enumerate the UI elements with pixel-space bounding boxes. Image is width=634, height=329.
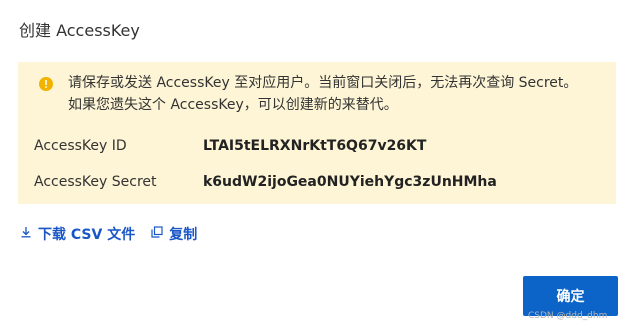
download-csv-label: 下载 CSV 文件 [38, 227, 136, 243]
copy-label: 复制 [169, 227, 198, 243]
accesskey-id-value: LTAI5tELRXNrKtT6Q67v26KT [203, 138, 427, 154]
copy-icon [151, 226, 163, 242]
csdn-watermark: CSDN @ddd_dhm [528, 311, 608, 321]
create-accesskey-dialog: 创建 AccessKey 请保存或发送 AccessKey 至对应用户。当前窗口… [0, 0, 634, 329]
warning-circle-icon [39, 76, 53, 91]
copy-link[interactable]: 复制 [151, 224, 197, 244]
download-icon [20, 226, 32, 242]
accesskey-secret-value: k6udW2ijoGea0NUYiehYgc3zUnHMha [203, 174, 497, 190]
accesskey-id-label: AccessKey ID [34, 138, 127, 154]
download-csv-link[interactable]: 下载 CSV 文件 [20, 224, 135, 244]
confirm-button[interactable]: 确定 [523, 276, 618, 316]
accesskey-secret-label: AccessKey Secret [34, 174, 157, 190]
dialog-title: 创建 AccessKey [19, 21, 140, 40]
accesskey-info-panel: 请保存或发送 AccessKey 至对应用户。当前窗口关闭后，无法再次查询 Se… [18, 62, 616, 204]
warning-message: 请保存或发送 AccessKey 至对应用户。当前窗口关闭后，无法再次查询 Se… [68, 75, 578, 113]
action-links: 下载 CSV 文件 复制 [20, 224, 197, 244]
